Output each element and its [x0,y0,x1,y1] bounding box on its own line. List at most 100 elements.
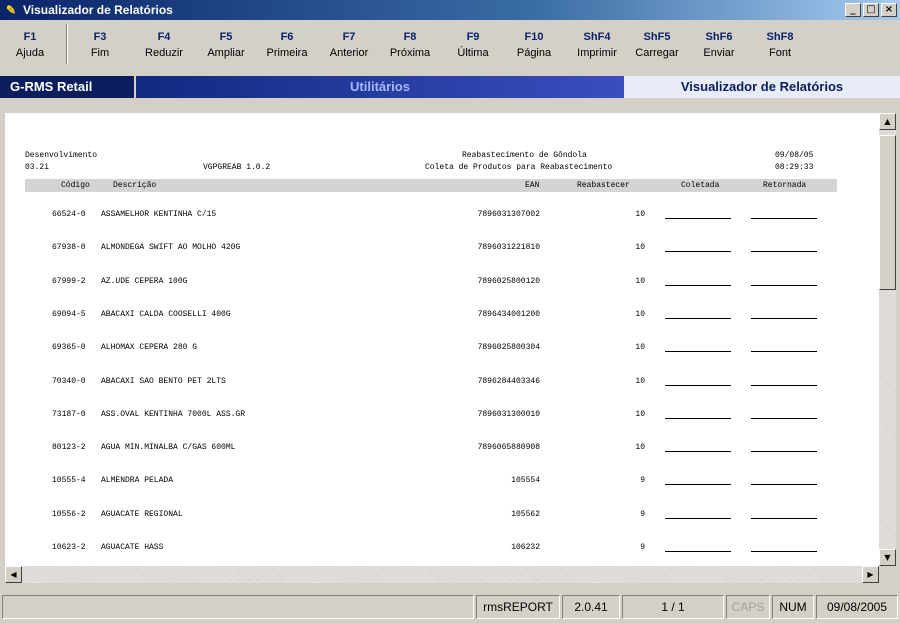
f5-enlarge-button[interactable]: F5 Ampliar [199,20,253,68]
cell-codigo: 67999-2 [52,277,86,286]
col-ean: EAN [525,181,540,190]
cell-qtd: 10 [635,410,645,419]
table-row: 66524-0 ASSAMELHOR KENTINHA C/15 789603130… [5,210,879,224]
status-app-name: rmsREPORT [476,595,560,619]
cell-codigo: 66524-0 [52,210,86,219]
table-row: 67999-2 AZ.UDE CEPERA 100G 7896025800120 10 [5,277,879,291]
cell-codigo: 73187-0 [52,410,86,419]
f9-last-button[interactable]: F9 Última [446,20,500,68]
key-label: F1 [23,31,37,43]
cell-ean: 7896284403346 [477,377,540,386]
cell-qtd: 9 [640,543,645,552]
retornada-blank-line [751,418,817,419]
scroll-corner [879,566,896,583]
cell-descricao: AGUACATE HASS [101,543,164,552]
f1-help-button[interactable]: F1 Ajuda [2,20,58,68]
vertical-scrollbar[interactable]: ▲ ▼ [879,113,896,566]
shf6-send-button[interactable]: ShF6 Enviar [692,20,746,68]
scroll-left-arrow-icon[interactable]: ◀ [5,566,22,583]
f8-next-button[interactable]: F8 Próxima [382,20,438,68]
col-coletada: Coletada [681,181,720,190]
cell-qtd: 10 [635,210,645,219]
action-label: Próxima [389,47,431,59]
cell-qtd: 10 [635,277,645,286]
f10-page-button[interactable]: F10 Página [506,20,562,68]
action-label: Fim [90,47,110,59]
window-controls: _ □ × [845,3,897,17]
report-viewer[interactable]: Desenvolvimento 03.2i VGPGREAB 1.0.2 Rea… [5,113,879,566]
cell-codigo: 10556-2 [52,510,86,519]
coletada-blank-line [665,451,731,452]
close-button[interactable]: × [881,3,897,17]
action-label: Imprimir [577,47,617,59]
cell-qtd: 10 [635,243,645,252]
status-caps: CAPS [726,595,770,619]
toolbar-separator [66,24,68,64]
cell-ean: 7896031221810 [477,243,540,252]
table-row: 69094-5 ABACAXI CALDA COOSELLI 400G 789643… [5,310,879,324]
report-program: VGPGREAB 1.0.2 [203,163,271,172]
module-title: Visualizador de Relatórios [624,76,900,98]
minimize-button[interactable]: _ [845,3,861,17]
key-label: F5 [219,31,233,43]
module-header: G-RMS Retail Utilitários Visualizador de… [0,76,900,98]
f4-reduce-button[interactable]: F4 Reduzir [136,20,192,68]
shf5-load-button[interactable]: ShF5 Carregar [629,20,685,68]
coletada-blank-line [665,351,731,352]
scroll-right-arrow-icon[interactable]: ▶ [862,566,879,583]
report-title: Reabastecimento de Gôndola [462,151,587,160]
status-version: 2.0.41 [562,595,620,619]
cell-descricao: ALMONDEGA SWIFT AO MOLHO 420G [101,243,241,252]
key-label: F7 [342,31,356,43]
cell-ean: 7896031300010 [477,410,540,419]
cell-ean: 7896025800120 [477,277,540,286]
retornada-blank-line [751,385,817,386]
shf4-print-button[interactable]: ShF4 Imprimir [568,20,626,68]
coletada-blank-line [665,251,731,252]
cell-ean: 7896434001200 [477,310,540,319]
action-label: Primeira [266,47,308,59]
cell-descricao: ALHOMAX CEPERA 280 G [101,343,198,352]
cell-qtd: 9 [640,510,645,519]
cell-codigo: 67938-0 [52,243,86,252]
table-row: 10555-4 ALMENDRA PELADA 105554 9 [5,476,879,490]
coletada-blank-line [665,318,731,319]
key-label: ShF4 [583,31,611,43]
retornada-blank-line [751,484,817,485]
scroll-down-arrow-icon[interactable]: ▼ [879,549,896,566]
cell-qtd: 10 [635,377,645,386]
cell-codigo: 70340-0 [52,377,86,386]
action-label: Anterior [329,47,369,59]
table-row: 73187-0 ASS.OVAL KENTINHA 7000L ASS.GR 789… [5,410,879,424]
f7-previous-button[interactable]: F7 Anterior [321,20,377,68]
retornada-blank-line [751,318,817,319]
coletada-blank-line [665,484,731,485]
f6-first-button[interactable]: F6 Primeira [259,20,315,68]
f3-end-button[interactable]: F3 Fim [74,20,126,68]
cell-ean: 105562 [511,510,540,519]
table-row: 80123-2 AGUA MIN.MINALBA C/GAS 600ML 78960… [5,443,879,457]
action-label: Carregar [635,47,679,59]
report-version-code: 03.2i [25,163,50,172]
scroll-up-arrow-icon[interactable]: ▲ [879,113,896,130]
action-label: Ampliar [207,47,245,59]
col-reabastecer: Reabastecer [577,181,630,190]
vertical-scroll-thumb[interactable] [879,135,896,290]
cell-codigo: 69094-5 [52,310,86,319]
cell-ean: 7896065880908 [477,443,540,452]
key-label: ShF8 [766,31,794,43]
window-title: Visualizador de Relatórios [23,3,173,17]
title-bar[interactable]: ✎ Visualizador de Relatórios _ □ × [0,0,900,20]
action-label: Ajuda [15,47,45,59]
cell-descricao: ABACAXI SAO BENTO PET 2LTS [101,377,226,386]
cell-descricao: ASS.OVAL KENTINHA 7000L ASS.GR [101,410,246,419]
retornada-blank-line [751,351,817,352]
maximize-button[interactable]: □ [863,3,879,17]
key-label: F6 [280,31,294,43]
key-label: ShF5 [643,31,671,43]
action-label: Reduzir [145,47,183,59]
cell-descricao: ASSAMELHOR KENTINHA C/15 [101,210,217,219]
horizontal-scrollbar[interactable]: ◀ ▶ [5,566,879,583]
shf8-font-button[interactable]: ShF8 Font [752,20,808,68]
table-row: 10623-2 AGUACATE HASS 106232 9 [5,543,879,557]
